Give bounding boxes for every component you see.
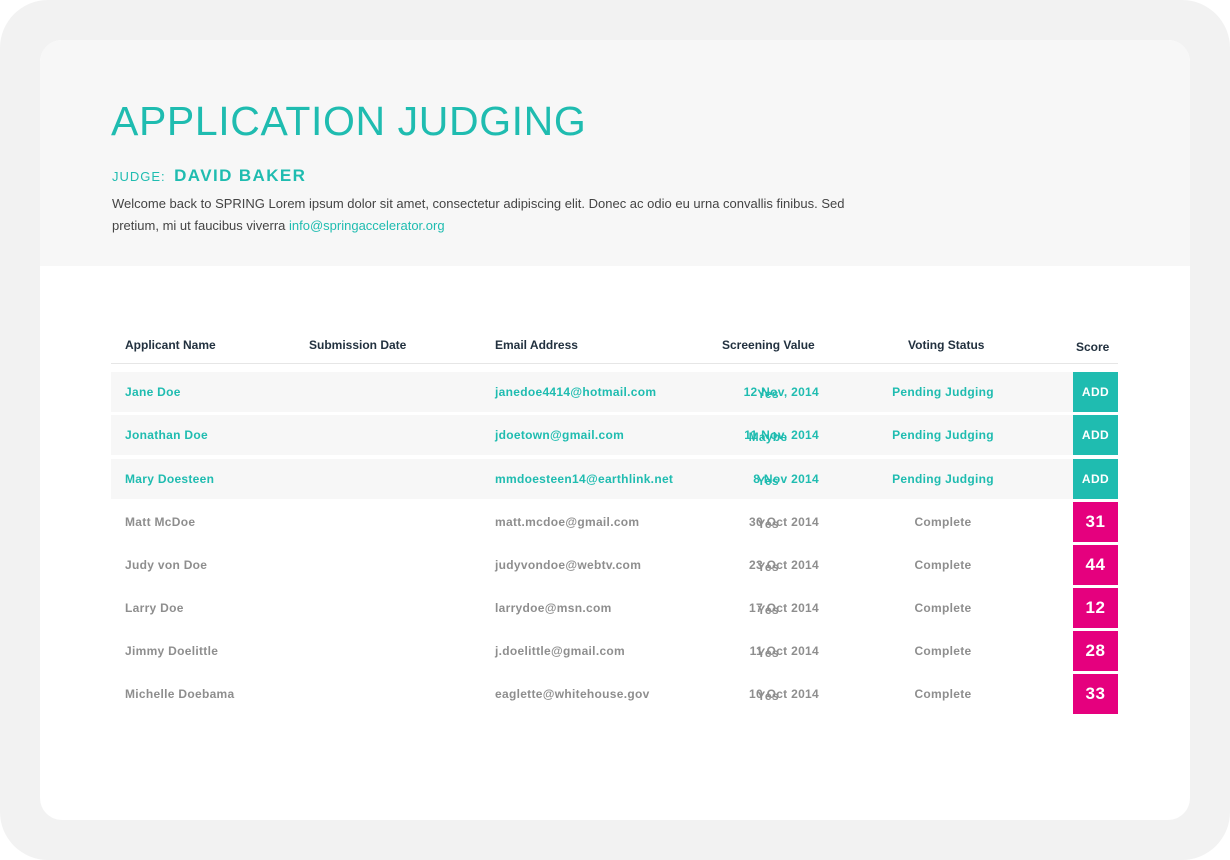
- screening-value-cell: Maybe: [748, 430, 788, 444]
- screening-value-cell: Yes: [757, 560, 779, 574]
- voting-status-cell: Complete: [914, 558, 972, 572]
- column-header-screening-value[interactable]: Screening Value: [722, 338, 815, 352]
- intro-body: Welcome back to SPRING Lorem ipsum dolor…: [112, 196, 845, 233]
- applicant-name-cell: Jane Doe: [125, 385, 181, 399]
- table-row[interactable]: Judy von Doe 23 Oct 2014 judyvondoe@webtv.…: [111, 545, 1118, 585]
- score-badge[interactable]: 28: [1073, 631, 1118, 671]
- email-address-cell[interactable]: mmdoesteen14@earthlink.net: [495, 472, 673, 486]
- score-badge[interactable]: 12: [1073, 588, 1118, 628]
- screening-value-cell: Yes: [757, 474, 779, 488]
- add-score-button[interactable]: ADD: [1073, 415, 1118, 455]
- screening-value-cell: Yes: [757, 646, 779, 660]
- column-header-email[interactable]: Email Address: [495, 338, 578, 352]
- email-address-cell[interactable]: j.doelittle@gmail.com: [495, 644, 625, 658]
- email-address-cell[interactable]: jdoetown@gmail.com: [495, 428, 624, 442]
- table-row[interactable]: Jane Doe 12 Nov, 2014 janedoe4414@hotmail.…: [111, 372, 1118, 412]
- table-row[interactable]: Matt McDoe 30 Oct 2014 matt.mcdoe@gmail.co…: [111, 502, 1118, 542]
- email-address-cell[interactable]: larrydoe@msn.com: [495, 601, 612, 615]
- score-badge[interactable]: 31: [1073, 502, 1118, 542]
- device-frame: APPLICATION JUDGING JUDGE: DAVID BAKER W…: [0, 0, 1230, 860]
- applicant-name-cell: Michelle Doebama: [125, 687, 235, 701]
- table-row[interactable]: Jimmy Doelittle 11 Oct 2014 j.doelittle@gm…: [111, 631, 1118, 671]
- score-badge[interactable]: 33: [1073, 674, 1118, 714]
- add-score-button[interactable]: ADD: [1073, 372, 1118, 412]
- voting-status-cell: Pending Judging: [892, 385, 994, 399]
- voting-status-cell: Pending Judging: [892, 428, 994, 442]
- table-row[interactable]: Michelle Doebama 10 Oct 2014 eaglette@whit…: [111, 674, 1118, 714]
- add-score-button[interactable]: ADD: [1073, 459, 1118, 499]
- applicant-name-cell: Jonathan Doe: [125, 428, 208, 442]
- column-header-submission-date[interactable]: Submission Date: [309, 338, 406, 352]
- column-header-applicant-name[interactable]: Applicant Name: [125, 338, 216, 352]
- email-address-cell[interactable]: eaglette@whitehouse.gov: [495, 687, 650, 701]
- column-header-voting-status[interactable]: Voting Status: [908, 338, 984, 352]
- score-badge[interactable]: 44: [1073, 545, 1118, 585]
- applicant-name-cell: Larry Doe: [125, 601, 184, 615]
- intro-text: Welcome back to SPRING Lorem ipsum dolor…: [112, 193, 872, 237]
- judge-line: JUDGE: DAVID BAKER: [112, 166, 306, 186]
- table-row[interactable]: Larry Doe 17 Oct 2014 larrydoe@msn.com Yes C…: [111, 588, 1118, 628]
- applicant-name-cell: Mary Doesteen: [125, 472, 215, 486]
- table-header-row: Applicant Name Submission Date Email Add…: [111, 326, 1118, 364]
- voting-status-cell: Complete: [914, 601, 972, 615]
- judge-label: JUDGE:: [112, 169, 166, 184]
- screening-value-cell: Yes: [757, 517, 779, 531]
- voting-status-cell: Complete: [914, 515, 972, 529]
- page-header: APPLICATION JUDGING JUDGE: DAVID BAKER W…: [40, 40, 1190, 266]
- contact-email-link[interactable]: info@springaccelerator.org: [289, 218, 445, 233]
- column-header-score[interactable]: Score: [1076, 340, 1109, 354]
- applicant-name-cell: Matt McDoe: [125, 515, 196, 529]
- table-row[interactable]: Mary Doesteen 8 Nov 2014 mmdoesteen14@eart…: [111, 459, 1118, 499]
- email-address-cell[interactable]: janedoe4414@hotmail.com: [495, 385, 656, 399]
- applicant-name-cell: Jimmy Doelittle: [125, 644, 219, 658]
- applications-table: Applicant Name Submission Date Email Add…: [111, 326, 1118, 714]
- screening-value-cell: Yes: [757, 603, 779, 617]
- applicant-name-cell: Judy von Doe: [125, 558, 208, 572]
- screening-value-cell: Yes: [757, 689, 779, 703]
- voting-status-cell: Complete: [914, 644, 972, 658]
- page-title: APPLICATION JUDGING: [111, 98, 587, 144]
- screening-value-cell: Yes: [757, 387, 779, 401]
- table-row[interactable]: Jonathan Doe 11 Nov, 2014 jdoetown@gmail.c…: [111, 415, 1118, 455]
- email-address-cell[interactable]: matt.mcdoe@gmail.com: [495, 515, 639, 529]
- judge-name: DAVID BAKER: [174, 166, 307, 185]
- email-address-cell[interactable]: judyvondoe@webtv.com: [495, 558, 641, 572]
- app-screen: APPLICATION JUDGING JUDGE: DAVID BAKER W…: [40, 40, 1190, 820]
- voting-status-cell: Complete: [914, 687, 972, 701]
- voting-status-cell: Pending Judging: [892, 472, 994, 486]
